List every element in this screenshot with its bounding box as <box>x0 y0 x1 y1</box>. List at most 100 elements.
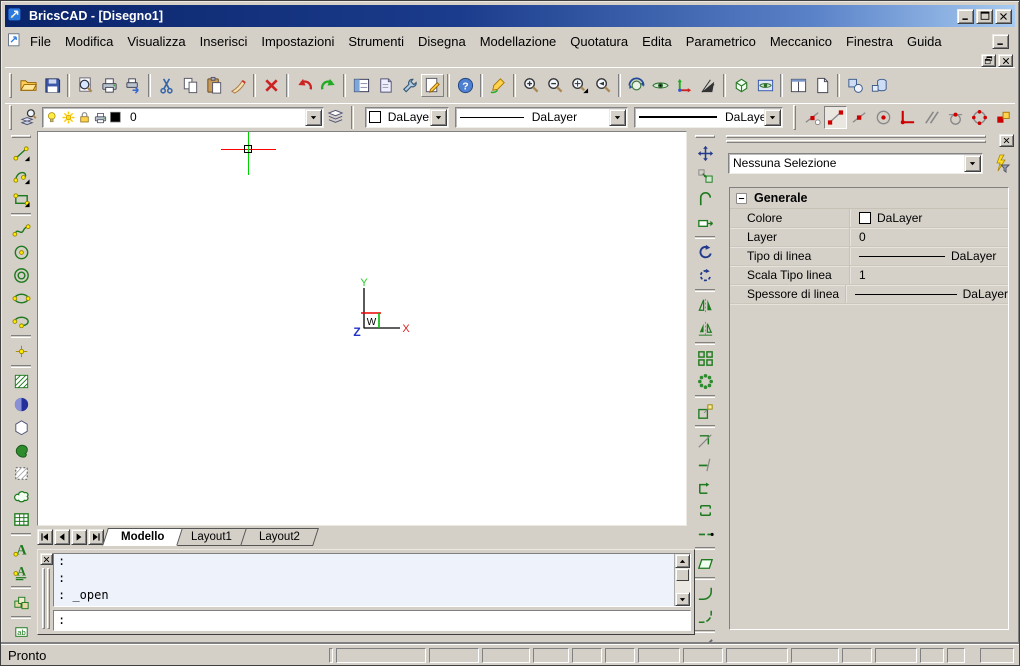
hatch-button[interactable] <box>9 370 33 393</box>
menu-inserisci[interactable]: Inserisci <box>193 32 255 51</box>
settings-button[interactable] <box>397 73 421 97</box>
property-value[interactable]: DaLayer <box>850 247 1008 265</box>
ellipse-arc-button[interactable] <box>9 310 33 333</box>
wipeout-button[interactable] <box>9 462 33 485</box>
tab-modello[interactable]: Modello <box>102 528 183 546</box>
status-pane[interactable] <box>429 648 479 663</box>
zoom-window-button[interactable] <box>567 73 591 97</box>
array-button[interactable] <box>693 347 717 370</box>
toolbar-grip[interactable] <box>9 105 12 130</box>
tab-nav-first-icon[interactable] <box>37 529 53 545</box>
command-history-scrollbar[interactable] <box>674 554 690 606</box>
color-dropdown-arrow-icon[interactable] <box>430 109 447 126</box>
zoom-in-button[interactable] <box>519 73 543 97</box>
tab-layout1[interactable]: Layout1 <box>173 528 252 546</box>
property-value[interactable]: DaLayer <box>850 209 1008 227</box>
snap-parallel-button[interactable] <box>919 105 943 129</box>
properties-close-icon[interactable] <box>999 134 1014 147</box>
status-pane[interactable] <box>482 648 530 663</box>
properties-panel-grip[interactable] <box>726 135 986 138</box>
zoom-previous-button[interactable] <box>591 73 615 97</box>
command-panel-close-icon[interactable] <box>40 553 53 565</box>
snap-perpendicular-button[interactable] <box>895 105 919 129</box>
text-button[interactable]: A <box>9 538 33 561</box>
status-pane[interactable] <box>336 648 426 663</box>
menu-impostazioni[interactable]: Impostazioni <box>254 32 341 51</box>
mirror-3d-button[interactable] <box>693 317 717 340</box>
point-button[interactable] <box>9 340 33 363</box>
rotate-copy-button[interactable] <box>693 264 717 287</box>
status-pane[interactable] <box>947 648 965 663</box>
snap-endpoint-button[interactable] <box>824 106 847 129</box>
menu-quotatura[interactable]: Quotatura <box>563 32 635 51</box>
solids-button[interactable] <box>867 73 891 97</box>
snap-insertion-button[interactable] <box>991 105 1015 129</box>
menu-visualizza[interactable]: Visualizza <box>120 32 192 51</box>
status-pane[interactable] <box>605 648 635 663</box>
chamfer-button[interactable] <box>693 605 717 628</box>
snap-midpoint-button[interactable] <box>847 105 871 129</box>
status-pane[interactable] <box>791 648 839 663</box>
plot-settings-button[interactable] <box>121 73 145 97</box>
properties-panel-grip[interactable] <box>726 140 986 143</box>
render-button[interactable] <box>753 73 777 97</box>
orbit-button[interactable] <box>624 73 648 97</box>
explode-button[interactable] <box>693 552 717 575</box>
break-at-point-button[interactable] <box>693 522 717 545</box>
lineweight-selector[interactable]: DaLayer <box>634 107 783 128</box>
trim-button[interactable] <box>693 430 717 453</box>
polyline-button[interactable] <box>9 165 33 188</box>
new-window-button[interactable] <box>810 73 834 97</box>
help-button[interactable]: ? <box>453 73 477 97</box>
command-input[interactable]: : <box>53 610 691 631</box>
menu-finestra[interactable]: Finestra <box>839 32 900 51</box>
sketch-button[interactable] <box>693 635 717 643</box>
donut-button[interactable] <box>9 264 33 287</box>
edit-polyline-button[interactable] <box>693 476 717 499</box>
menu-modifica[interactable]: Modifica <box>58 32 120 51</box>
scrollbar-thumb[interactable] <box>676 569 689 581</box>
paste-button[interactable] <box>202 73 226 97</box>
cut-button[interactable] <box>154 73 178 97</box>
revcloud-button[interactable] <box>9 485 33 508</box>
command-history[interactable]: ::: _open <box>53 553 691 607</box>
menu-modellazione[interactable]: Modellazione <box>473 32 564 51</box>
minimize-button[interactable] <box>957 9 974 24</box>
maximize-button[interactable] <box>976 9 993 24</box>
offset-button[interactable] <box>693 188 717 211</box>
ellipse-button[interactable] <box>9 287 33 310</box>
menu-strumenti[interactable]: Strumenti <box>341 32 411 51</box>
scale-button[interactable] <box>693 400 717 423</box>
toolbar-grip[interactable] <box>793 105 796 130</box>
tab-nav-last-icon[interactable] <box>88 529 104 545</box>
menu-parametrico[interactable]: Parametrico <box>679 32 763 51</box>
scroll-up-icon[interactable] <box>675 554 690 568</box>
copy-button[interactable] <box>178 73 202 97</box>
tab-layout2[interactable]: Layout2 <box>240 528 319 546</box>
drawing-canvas[interactable]: Y X Z W <box>37 131 687 526</box>
layer-dropdown-arrow-icon[interactable] <box>305 109 322 126</box>
drawing-explorer-button[interactable] <box>373 73 397 97</box>
menu-disegna[interactable]: Disegna <box>411 32 473 51</box>
mdi-restore-button[interactable] <box>981 54 996 67</box>
layers-manager-button[interactable] <box>324 105 348 129</box>
mtext-button[interactable]: A <box>9 561 33 584</box>
status-pane[interactable] <box>842 648 872 663</box>
tile-windows-button[interactable] <box>786 73 810 97</box>
draw-order-button[interactable] <box>843 73 867 97</box>
close-button[interactable] <box>995 9 1012 24</box>
gradient-button[interactable] <box>9 393 33 416</box>
ucs-button[interactable] <box>672 73 696 97</box>
stretch-button[interactable] <box>693 211 717 234</box>
line-button[interactable] <box>9 142 33 165</box>
status-pane[interactable] <box>920 648 944 663</box>
look-from-button[interactable] <box>648 73 672 97</box>
status-pane[interactable] <box>638 648 680 663</box>
break-button[interactable] <box>693 499 717 522</box>
linetype-selector[interactable]: DaLayer <box>455 107 628 128</box>
selection-selector[interactable]: Nessuna Selezione <box>728 153 983 174</box>
mirror-button[interactable] <box>693 294 717 317</box>
attribute-button[interactable]: ab <box>9 621 33 643</box>
open-button[interactable] <box>16 73 40 97</box>
redo-button[interactable] <box>316 73 340 97</box>
